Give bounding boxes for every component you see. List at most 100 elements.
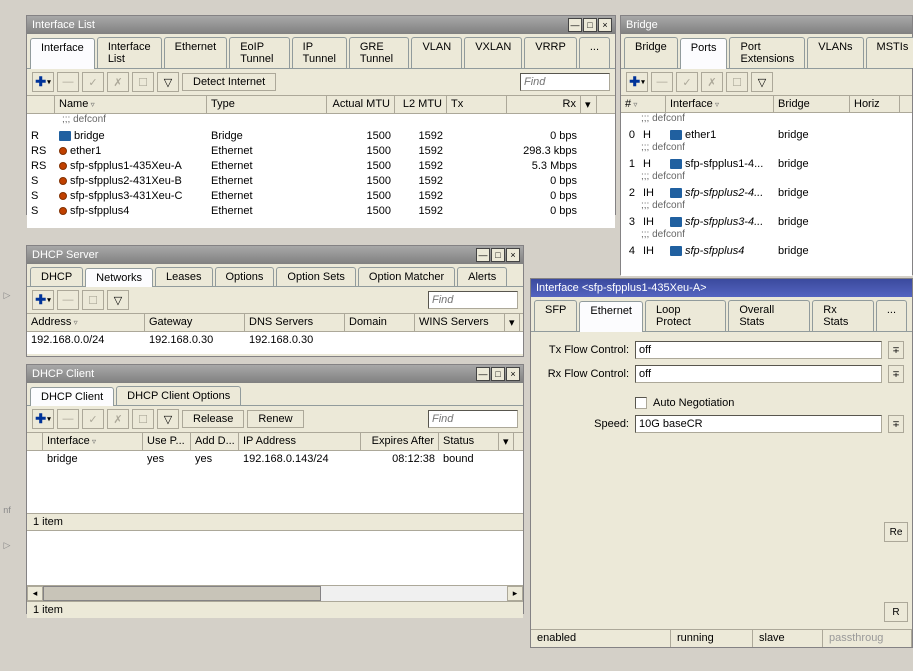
table-row[interactable]: 192.168.0.0/24 192.168.0.30 192.168.0.30 xyxy=(27,332,523,347)
disable-button[interactable]: ✗ xyxy=(701,72,723,92)
scroll-left-button[interactable]: ◂ xyxy=(27,586,43,601)
tab-overall-stats[interactable]: Overall Stats xyxy=(728,300,810,331)
col-wins[interactable]: WINS Servers xyxy=(415,314,505,331)
tab-vlans[interactable]: VLANs xyxy=(807,37,863,68)
tab-alerts[interactable]: Alerts xyxy=(457,267,507,286)
tab-mstis[interactable]: MSTIs xyxy=(866,37,913,68)
disable-button[interactable]: ✗ xyxy=(107,409,129,429)
col-gateway[interactable]: Gateway xyxy=(145,314,245,331)
tab-loop-protect[interactable]: Loop Protect xyxy=(645,300,726,331)
maximize-button[interactable]: □ xyxy=(583,18,597,32)
add-button[interactable]: ✚ xyxy=(32,72,54,92)
close-button[interactable]: × xyxy=(598,18,612,32)
tab-eoip[interactable]: EoIP Tunnel xyxy=(229,37,289,68)
col-more-button[interactable]: ▾ xyxy=(499,433,514,450)
interface-list-titlebar[interactable]: Interface List — □ × xyxy=(27,16,615,34)
filter-button[interactable]: ▽ xyxy=(751,72,773,92)
remove-button[interactable]: — xyxy=(651,72,673,92)
filter-button[interactable]: ▽ xyxy=(157,409,179,429)
col-expires[interactable]: Expires After xyxy=(361,433,439,450)
enable-button[interactable]: ✓ xyxy=(82,409,104,429)
tab-interface[interactable]: Interface xyxy=(30,38,95,69)
disable-button[interactable]: ✗ xyxy=(107,72,129,92)
table-row[interactable]: 0Hether1bridge xyxy=(621,127,912,142)
add-button[interactable]: ✚ xyxy=(32,290,54,310)
remove-button[interactable]: — xyxy=(57,409,79,429)
rx-flow-dropdown[interactable]: ∓ xyxy=(888,365,904,383)
tab-interface-list[interactable]: Interface List xyxy=(97,37,162,68)
side-button-r[interactable]: R xyxy=(884,602,908,622)
tab-options[interactable]: Options xyxy=(215,267,275,286)
table-row[interactable]: Ssfp-sfpplus3-431Xeu-CEthernet150015920 … xyxy=(27,188,615,203)
filter-button[interactable]: ▽ xyxy=(107,290,129,310)
table-row[interactable]: 3IHsfp-sfpplus3-4...bridge xyxy=(621,214,912,229)
col-dns[interactable]: DNS Servers xyxy=(245,314,345,331)
tab-gre[interactable]: GRE Tunnel xyxy=(349,37,410,68)
tab-option-sets[interactable]: Option Sets xyxy=(276,267,355,286)
scroll-right-button[interactable]: ▸ xyxy=(507,586,523,601)
col-addd[interactable]: Add D... xyxy=(191,433,239,450)
col-num[interactable]: # xyxy=(621,96,666,112)
speed-dropdown[interactable]: ∓ xyxy=(888,415,904,433)
col-bridge[interactable]: Bridge xyxy=(774,96,850,112)
col-interface[interactable]: Interface xyxy=(43,433,143,450)
dhcp-server-titlebar[interactable]: DHCP Server — □ × xyxy=(27,246,523,264)
remove-button[interactable]: — xyxy=(57,72,79,92)
enable-button[interactable]: ✓ xyxy=(676,72,698,92)
dhcp-client-titlebar[interactable]: DHCP Client — □ × xyxy=(27,365,523,383)
col-status[interactable]: Status xyxy=(439,433,499,450)
maximize-button[interactable]: □ xyxy=(491,367,505,381)
tab-vxlan[interactable]: VXLAN xyxy=(464,37,522,68)
col-usep[interactable]: Use P... xyxy=(143,433,191,450)
col-rx[interactable]: Rx xyxy=(507,96,581,113)
col-more-button[interactable]: ▾ xyxy=(581,96,597,113)
tab-leases[interactable]: Leases xyxy=(155,267,212,286)
tab-more[interactable]: ... xyxy=(876,300,907,331)
table-row[interactable]: Ssfp-sfpplus2-431Xeu-BEthernet150015920 … xyxy=(27,173,615,188)
col-domain[interactable]: Domain xyxy=(345,314,415,331)
rx-flow-input[interactable] xyxy=(635,365,882,383)
detect-internet-button[interactable]: Detect Internet xyxy=(182,73,276,91)
tab-networks[interactable]: Networks xyxy=(85,268,153,287)
close-button[interactable]: × xyxy=(506,248,520,262)
enable-button[interactable]: ✓ xyxy=(82,72,104,92)
col-flag[interactable] xyxy=(27,96,55,113)
tab-option-matcher[interactable]: Option Matcher xyxy=(358,267,455,286)
speed-input[interactable] xyxy=(635,415,882,433)
col-tx[interactable]: Tx xyxy=(447,96,507,113)
tab-port-ext[interactable]: Port Extensions xyxy=(729,37,805,68)
tab-bridge[interactable]: Bridge xyxy=(624,37,678,68)
table-row[interactable]: 1Hsfp-sfpplus1-4...bridge xyxy=(621,156,912,171)
tab-ports[interactable]: Ports xyxy=(680,38,728,69)
filter-button[interactable]: ▽ xyxy=(157,72,179,92)
add-button[interactable]: ✚ xyxy=(32,409,54,429)
table-row[interactable]: bridge yes yes 192.168.0.143/24 08:12:38… xyxy=(27,451,523,466)
comment-button[interactable]: ☐ xyxy=(132,72,154,92)
tab-dhcp[interactable]: DHCP xyxy=(30,267,83,286)
tab-rx-stats[interactable]: Rx Stats xyxy=(812,300,874,331)
minimize-button[interactable]: — xyxy=(568,18,582,32)
renew-button[interactable]: Renew xyxy=(247,410,303,428)
add-button[interactable]: ✚ xyxy=(626,72,648,92)
side-button-re[interactable]: Re xyxy=(884,522,908,542)
tab-sfp[interactable]: SFP xyxy=(534,300,577,331)
minimize-button[interactable]: — xyxy=(476,248,490,262)
release-button[interactable]: Release xyxy=(182,410,244,428)
table-row[interactable]: RSether1Ethernet15001592298.3 kbps xyxy=(27,143,615,158)
tab-vlan[interactable]: VLAN xyxy=(411,37,462,68)
interface-detail-titlebar[interactable]: Interface <sfp-sfpplus1-435Xeu-A> xyxy=(531,279,912,297)
table-row[interactable]: RbridgeBridge150015920 bps xyxy=(27,128,615,143)
col-address[interactable]: Address xyxy=(27,314,145,331)
tab-dhcp-client-options[interactable]: DHCP Client Options xyxy=(116,386,241,405)
col-name[interactable]: Name xyxy=(55,96,207,113)
remove-button[interactable]: — xyxy=(57,290,79,310)
table-row[interactable]: 2IHsfp-sfpplus2-4...bridge xyxy=(621,185,912,200)
bridge-titlebar[interactable]: Bridge xyxy=(621,16,912,34)
col-more-button[interactable]: ▾ xyxy=(505,314,520,331)
tab-vrrp[interactable]: VRRP xyxy=(524,37,577,68)
tab-iptunnel[interactable]: IP Tunnel xyxy=(292,37,347,68)
close-button[interactable]: × xyxy=(506,367,520,381)
comment-button[interactable]: ☐ xyxy=(82,290,104,310)
tx-flow-input[interactable] xyxy=(635,341,882,359)
col-interface[interactable]: Interface xyxy=(666,96,774,112)
